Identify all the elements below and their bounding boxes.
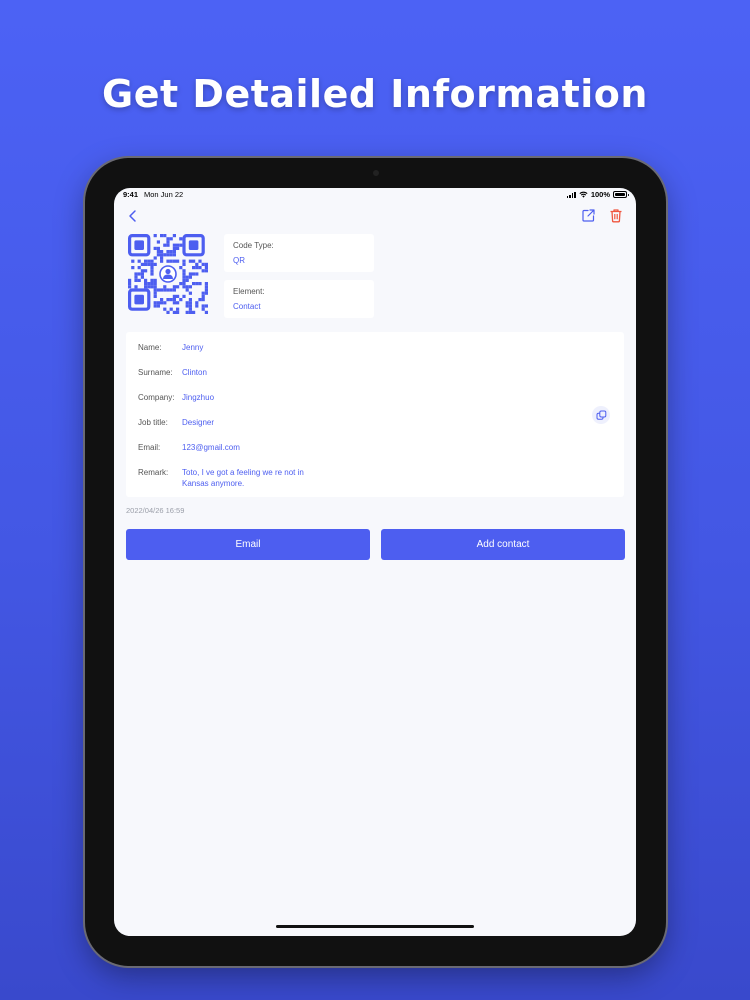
job-title-value: Designer [182,418,215,427]
email-label: Email: [138,443,161,452]
status-time: 9:41 [123,190,139,199]
tablet-frame: 9:41 Mon Jun 22 100% Code Type: QR Eleme… [85,158,666,966]
status-date: Mon Jun 22 [144,190,184,199]
name-value: Jenny [182,343,204,352]
nav-bar [114,206,636,228]
app-screen: 9:41 Mon Jun 22 100% Code Type: QR Eleme… [114,188,636,936]
battery-icon [613,191,629,198]
contact-details-card: Name: Jenny Surname: Clinton Company: Ji… [126,332,624,497]
remark-row: Remark: Toto, I ve got a feeling we re n… [138,468,304,489]
surname-row: Surname: Clinton [138,368,207,379]
add-contact-button[interactable]: Add contact [381,529,625,560]
code-type-card: Code Type: QR [224,234,374,272]
surname-value: Clinton [182,368,207,377]
company-value: Jingzhuo [182,393,215,402]
element-label: Element: [233,287,265,296]
company-label: Company: [138,393,175,402]
surname-label: Surname: [138,368,173,377]
headline: Get Detailed Information [102,72,648,116]
email-value: 123@gmail.com [182,443,240,452]
remark-value: Toto, I ve got a feeling we re not in Ka… [182,468,304,489]
job-title-row: Job title: Designer [138,418,214,429]
front-camera [372,170,379,176]
name-row: Name: Jenny [138,343,203,354]
qr-code-image [128,234,208,314]
trash-icon[interactable] [609,208,623,223]
share-icon[interactable] [581,208,596,223]
battery-percent: 100% [590,190,610,199]
job-title-label: Job title: [138,418,168,427]
copy-icon [596,410,606,420]
code-type-label: Code Type: [233,241,274,250]
signal-icon [566,191,576,198]
email-button[interactable]: Email [126,529,370,560]
element-value: Contact [233,302,261,311]
wifi-icon [579,191,588,198]
scan-timestamp: 2022/04/26 16:59 [126,506,185,515]
copy-button[interactable] [592,406,610,424]
chevron-left-icon[interactable] [126,209,140,223]
company-row: Company: Jingzhuo [138,393,214,404]
remark-line-2: Kansas anymore. [182,478,245,488]
code-type-value: QR [233,256,245,265]
email-row: Email: 123@gmail.com [138,443,240,454]
remark-label: Remark: [138,468,169,477]
name-label: Name: [138,343,162,352]
remark-line-1: Toto, I ve got a feeling we re not in [182,468,304,477]
home-indicator[interactable] [276,924,474,928]
status-bar: 9:41 Mon Jun 22 100% [114,188,636,202]
element-card: Element: Contact [224,280,374,318]
